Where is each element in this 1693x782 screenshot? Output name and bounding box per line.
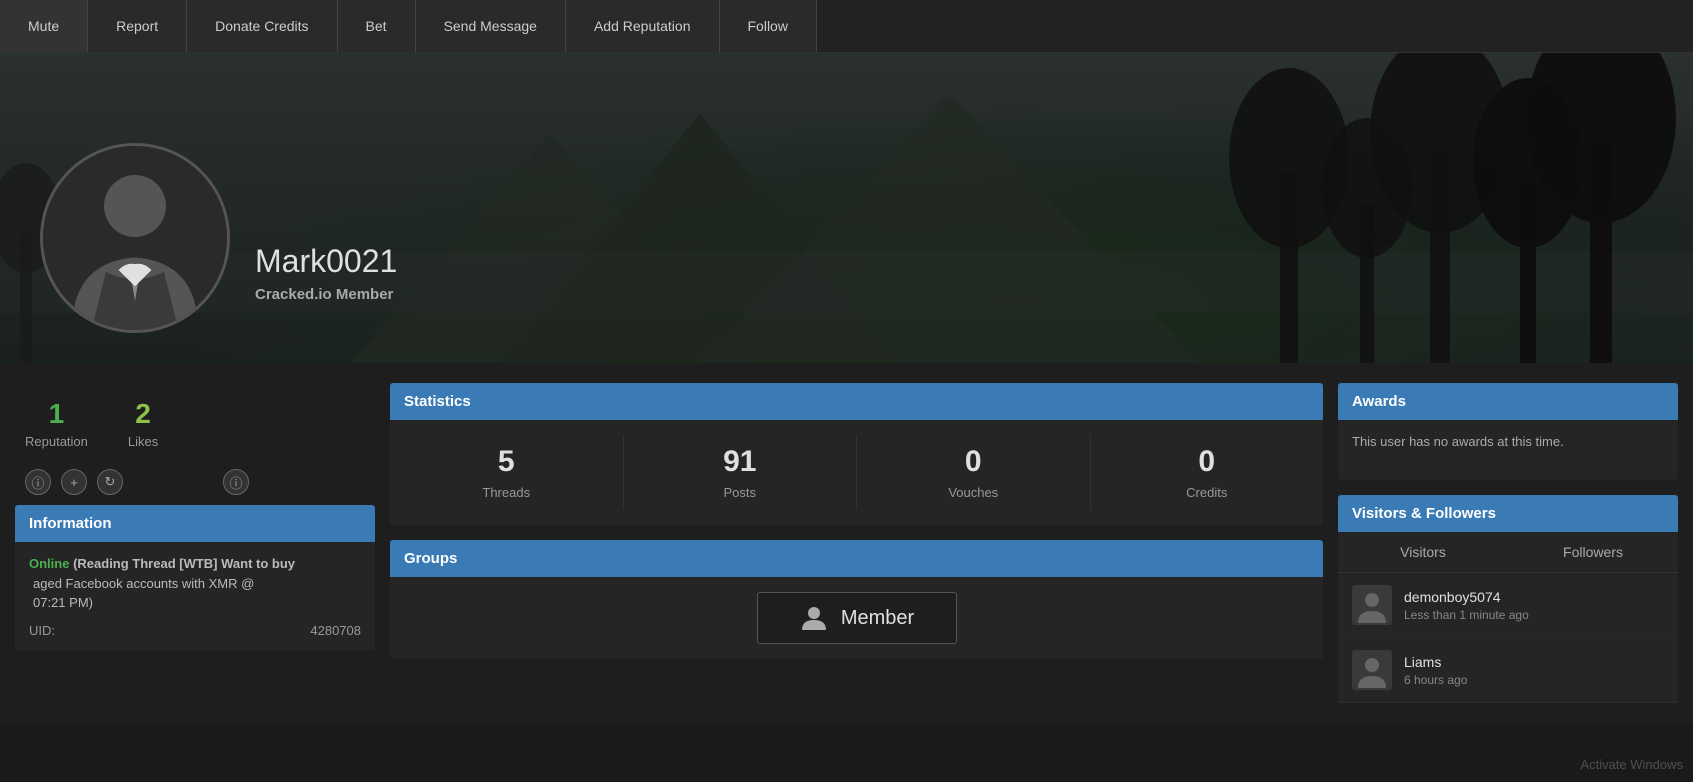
visitor-avatar-1 (1352, 650, 1392, 690)
reputation-value: 1 (49, 398, 65, 430)
followers-tab[interactable]: Followers (1508, 532, 1678, 572)
rep-add-icon[interactable]: + (61, 469, 87, 495)
reputation-label: Reputation (25, 434, 88, 449)
posts-stat-cell: 91 Posts (624, 435, 858, 510)
awards-body: This user has no awards at this time. (1338, 420, 1678, 480)
groups-body: Member (390, 577, 1323, 659)
likes-stat: 2 Likes (128, 398, 158, 449)
donate-credits-button[interactable]: Donate Credits (187, 0, 337, 52)
visitors-followers-panel: Visitors & Followers Visitors Followers … (1338, 495, 1678, 703)
reputation-stat: 1 Reputation (25, 398, 88, 449)
right-sidebar: Awards This user has no awards at this t… (1338, 383, 1678, 703)
credits-label: Credits (1186, 485, 1227, 500)
statistics-panel: Statistics 5 Threads 91 Posts 0 Vouches … (390, 383, 1323, 525)
likes-value: 2 (135, 398, 151, 430)
uid-value: 4280708 (310, 623, 361, 638)
profile-banner: Mark0021 Cracked.io Member (0, 53, 1693, 363)
groups-panel: Groups Member (390, 540, 1323, 659)
main-content: 1 Reputation 2 Likes ⓘ + ↻ ⓘ Information (0, 363, 1693, 723)
threads-stat-cell: 5 Threads (390, 435, 624, 510)
visitor-info-0: demonboy5074 Less than 1 minute ago (1404, 589, 1529, 622)
status-text2: aged Facebook accounts with XMR @ (29, 574, 361, 594)
visitor-time-0: Less than 1 minute ago (1404, 608, 1529, 622)
status-time: 07:21 PM) (29, 593, 361, 613)
follow-button[interactable]: Follow (720, 0, 817, 52)
visitor-name-0[interactable]: demonboy5074 (1404, 589, 1529, 605)
likes-label: Likes (128, 434, 158, 449)
statistics-grid: 5 Threads 91 Posts 0 Vouches 0 Credits (390, 420, 1323, 525)
member-label: Member (841, 607, 914, 630)
visitor-item-0: demonboy5074 Less than 1 minute ago (1338, 573, 1678, 638)
groups-header: Groups (390, 540, 1323, 577)
rep-info-icon[interactable]: ⓘ (25, 469, 51, 495)
posts-label: Posts (723, 485, 756, 500)
avatar-silhouette-svg (43, 146, 227, 330)
mute-button[interactable]: Mute (0, 0, 88, 52)
visitors-tabs-row: Visitors Followers (1338, 532, 1678, 573)
information-section: Information Online (Reading Thread [WTB]… (15, 505, 375, 650)
rep-likes-row: 1 Reputation 2 Likes (15, 383, 375, 469)
visitor-info-1: Liams 6 hours ago (1404, 654, 1467, 687)
profile-info: Mark0021 Cracked.io Member (255, 243, 397, 303)
report-button[interactable]: Report (88, 0, 187, 52)
statistics-header: Statistics (390, 383, 1323, 420)
threads-value: 5 (498, 445, 515, 479)
information-body: Online (Reading Thread [WTB] Want to buy… (15, 542, 375, 650)
middle-section: Statistics 5 Threads 91 Posts 0 Vouches … (390, 383, 1323, 703)
bet-button[interactable]: Bet (338, 0, 416, 52)
rep-refresh-icon[interactable]: ↻ (97, 469, 123, 495)
vouches-stat-cell: 0 Vouches (857, 435, 1091, 510)
member-icon (799, 603, 829, 633)
threads-label: Threads (482, 485, 530, 500)
credits-value: 0 (1198, 445, 1215, 479)
uid-label: UID: (29, 623, 55, 638)
left-sidebar: 1 Reputation 2 Likes ⓘ + ↻ ⓘ Information (15, 383, 375, 703)
watermark: Activate Windows (1580, 757, 1683, 772)
posts-value: 91 (723, 445, 756, 479)
rep-icon-row: ⓘ + ↻ ⓘ (15, 469, 375, 495)
profile-rank: Cracked.io Member (255, 286, 397, 303)
awards-header: Awards (1338, 383, 1678, 420)
vouches-value: 0 (965, 445, 982, 479)
uid-row: UID: 4280708 (29, 623, 361, 638)
awards-empty-text: This user has no awards at this time. (1352, 434, 1564, 449)
credits-stat-cell: 0 Credits (1091, 435, 1324, 510)
send-message-button[interactable]: Send Message (416, 0, 566, 52)
visitor-avatar-0 (1352, 585, 1392, 625)
status-reading-text: (Reading Thread [WTB] Want to buy (73, 556, 295, 571)
visitor-time-1: 6 hours ago (1404, 673, 1467, 687)
profile-username: Mark0021 (255, 243, 397, 280)
vouches-label: Vouches (948, 485, 998, 500)
online-status: Online (29, 556, 69, 571)
profile-avatar (40, 143, 230, 333)
visitors-tab[interactable]: Visitors (1338, 532, 1508, 572)
status-row: Online (Reading Thread [WTB] Want to buy… (29, 554, 361, 613)
visitors-followers-header: Visitors & Followers (1338, 495, 1678, 532)
likes-info-icon[interactable]: ⓘ (223, 469, 249, 495)
information-header: Information (15, 505, 375, 542)
visitor-item-1: Liams 6 hours ago (1338, 638, 1678, 703)
member-badge: Member (757, 592, 957, 644)
awards-panel: Awards This user has no awards at this t… (1338, 383, 1678, 480)
visitor-name-1[interactable]: Liams (1404, 654, 1467, 670)
banner-mountains-svg (0, 53, 1693, 363)
add-reputation-button[interactable]: Add Reputation (566, 0, 720, 52)
toolbar: Mute Report Donate Credits Bet Send Mess… (0, 0, 1693, 53)
